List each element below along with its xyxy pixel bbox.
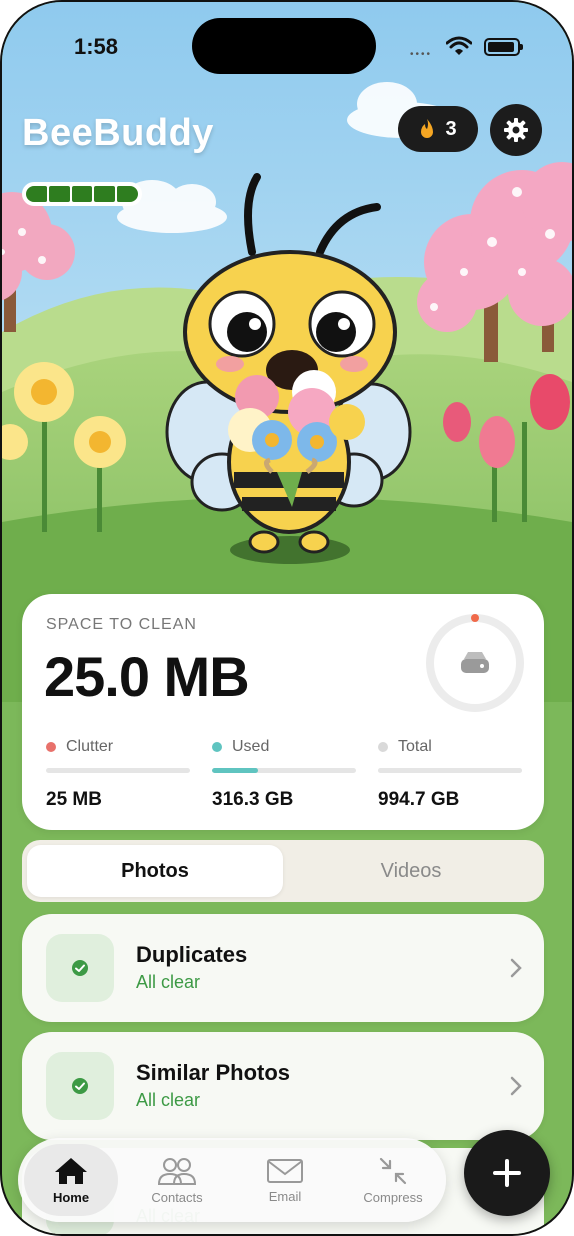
clutter-bar	[46, 768, 190, 773]
chevron-right-icon	[510, 1076, 522, 1096]
wifi-icon	[446, 36, 472, 55]
space-to-clean-value: 25.0 MB	[44, 645, 250, 708]
storage-ring	[426, 614, 524, 712]
energy-segment	[26, 186, 47, 202]
total-dot	[378, 742, 388, 752]
nav-email[interactable]: Email	[238, 1144, 332, 1216]
stat-value: 25 MB	[46, 789, 102, 810]
energy-meter	[22, 182, 142, 206]
stat-total: Total 994.7 GB	[378, 738, 522, 811]
contacts-icon	[157, 1157, 197, 1185]
stat-used: Used 316.3 GB	[212, 738, 356, 811]
clock: 1:58	[74, 34, 119, 59]
streak-button[interactable]: 3	[398, 106, 478, 152]
stat-label: Used	[232, 738, 270, 755]
tab-photos[interactable]: Photos	[27, 845, 283, 897]
used-bar	[212, 768, 356, 773]
cellular-signal-icon: ••••	[410, 49, 433, 60]
nav-label: Contacts	[151, 1189, 203, 1205]
check-circle-icon	[72, 1078, 88, 1094]
stat-value: 316.3 GB	[212, 789, 294, 810]
nav-label: Compress	[363, 1189, 423, 1205]
dynamic-island	[192, 18, 376, 74]
stat-label: Total	[398, 738, 432, 755]
category-status: All clear	[136, 972, 201, 992]
nav-home[interactable]: Home	[24, 1144, 118, 1216]
category-similar-photos[interactable]: Similar Photos All clear	[22, 1032, 544, 1140]
tab-bar: Home Contacts Email Compress	[18, 1138, 446, 1222]
nav-contacts[interactable]: Contacts	[130, 1144, 224, 1216]
stat-clutter: Clutter 25 MB	[46, 738, 190, 811]
stat-value: 994.7 GB	[378, 789, 460, 810]
nav-label: Email	[268, 1188, 302, 1204]
status-tile	[46, 934, 114, 1002]
tab-videos[interactable]: Videos	[283, 845, 539, 897]
nav-compress[interactable]: Compress	[346, 1144, 440, 1216]
check-circle-icon	[72, 960, 88, 976]
space-to-clean-card: SPACE TO CLEAN 25.0 MB Clutter 25 MB Use…	[22, 594, 544, 830]
energy-segment	[71, 186, 93, 202]
status-bar: 1:58 ••••	[2, 18, 572, 74]
compress-icon	[379, 1157, 407, 1184]
category-duplicates[interactable]: Duplicates All clear	[22, 914, 544, 1022]
clutter-dot	[46, 742, 56, 752]
category-title: Similar Photos	[136, 1060, 291, 1085]
add-button[interactable]	[464, 1130, 550, 1216]
plus-icon	[493, 1159, 521, 1187]
gear-icon	[504, 118, 528, 142]
category-title: Duplicates	[136, 942, 248, 967]
flame-icon	[421, 119, 434, 138]
device-frame: 1:58 •••• BeeBuddy 3 SPACE TO CLEAN 25.0…	[0, 0, 574, 1236]
settings-button[interactable]	[490, 104, 542, 156]
nav-label: Home	[52, 1189, 90, 1205]
used-dot	[212, 742, 222, 752]
drive-icon	[461, 652, 489, 673]
total-bar	[378, 768, 522, 773]
stat-label: Clutter	[66, 738, 114, 755]
chevron-right-icon	[510, 958, 522, 978]
home-icon	[55, 1157, 87, 1184]
app-title: BeeBuddy	[22, 112, 214, 154]
card-label: SPACE TO CLEAN	[46, 616, 197, 633]
media-type-segmented-control: Photos Videos	[22, 840, 544, 902]
screen: 1:58 •••• BeeBuddy 3 SPACE TO CLEAN 25.0…	[2, 2, 572, 1234]
streak-count: 3	[445, 117, 457, 140]
energy-segment	[94, 186, 116, 202]
email-icon	[267, 1158, 303, 1183]
status-tile	[46, 1052, 114, 1120]
battery-icon	[484, 38, 523, 56]
energy-segment	[117, 186, 138, 202]
category-status: All clear	[136, 1090, 201, 1110]
energy-segment	[48, 186, 70, 202]
